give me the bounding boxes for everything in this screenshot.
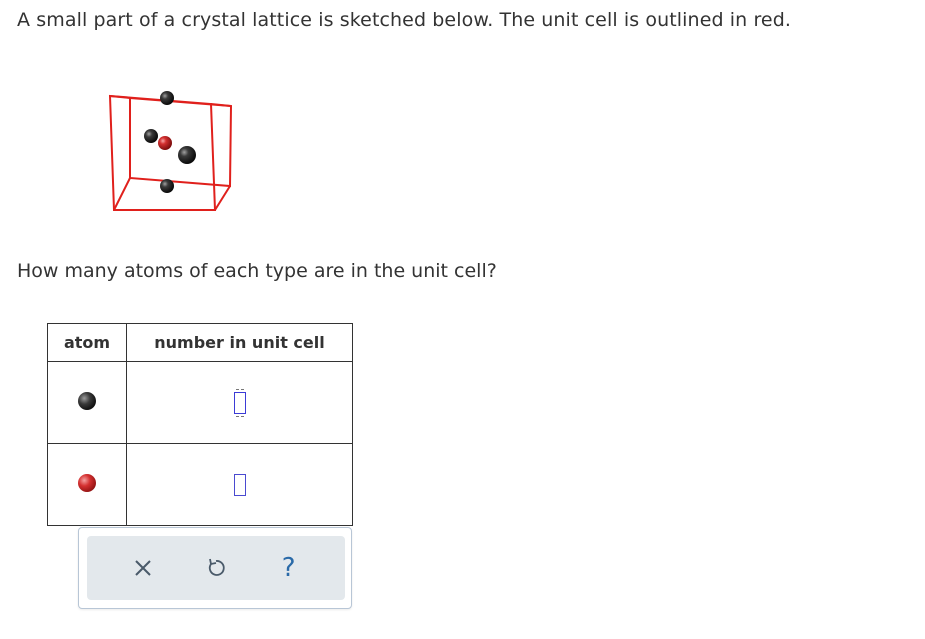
- question-page: A small part of a crystal lattice is ske…: [0, 0, 925, 639]
- black-atom-right: [178, 146, 196, 164]
- count-cell: [126, 443, 353, 526]
- undo-button[interactable]: [196, 548, 236, 588]
- atom-cell: [47, 443, 127, 526]
- header-atom: atom: [47, 323, 127, 362]
- question-mark-icon: ?: [281, 553, 296, 583]
- red-atom-center: [158, 136, 172, 150]
- black-atom-left: [144, 129, 158, 143]
- count-cell: [126, 361, 353, 444]
- unit-cell-outline: [108, 94, 233, 211]
- undo-icon: [208, 558, 225, 576]
- black-atom-icon: [78, 391, 96, 410]
- atom-cell: [47, 361, 127, 444]
- black-atom-top: [160, 91, 174, 105]
- toolbar-button-group: ?: [87, 536, 345, 600]
- x-icon: [135, 560, 152, 576]
- header-number-in-unit-cell: number in unit cell: [126, 323, 353, 362]
- table-row: [47, 361, 353, 444]
- crystal-lattice-diagram: [108, 91, 233, 211]
- help-button[interactable]: ?: [269, 548, 309, 588]
- black-atom-bottom: [160, 179, 174, 193]
- question-text: How many atoms of each type are in the u…: [17, 260, 497, 282]
- black-atom-count-input[interactable]: [233, 388, 246, 417]
- intro-text: A small part of a crystal lattice is ske…: [17, 9, 792, 31]
- clear-button[interactable]: [123, 548, 163, 588]
- red-atom-icon: [78, 473, 96, 492]
- table-row: [47, 443, 353, 526]
- answer-toolbar: ?: [78, 527, 352, 609]
- red-atom-count-input[interactable]: [233, 473, 246, 496]
- atom-count-table: atom number in unit cell: [47, 323, 353, 526]
